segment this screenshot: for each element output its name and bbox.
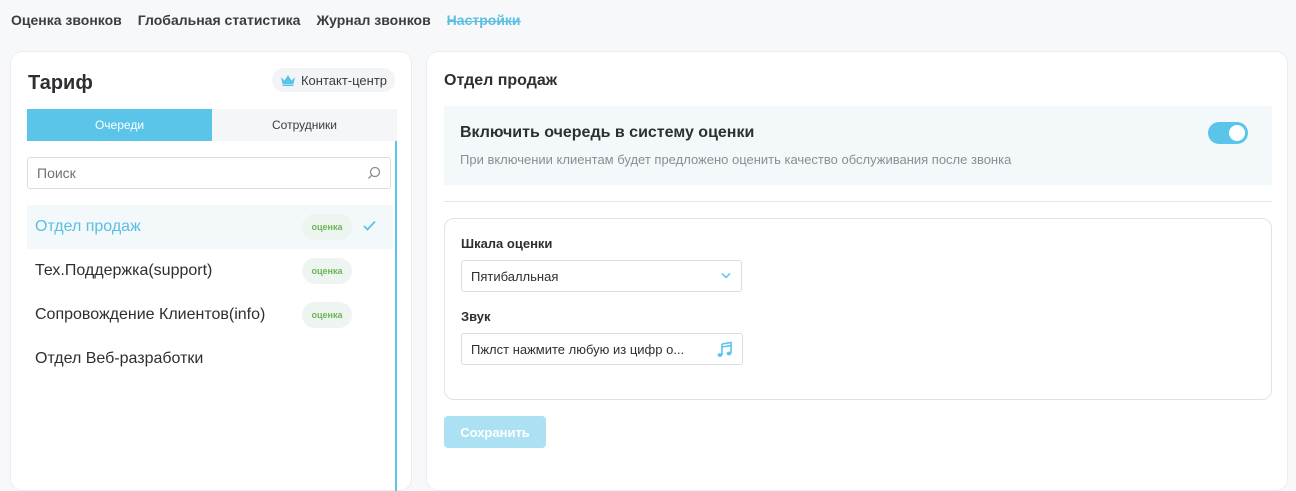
tariff-title: Тариф bbox=[28, 72, 93, 94]
sound-value: Пжлст нажмите любую из цифр о... bbox=[471, 341, 685, 357]
queue-name: Тех.Поддержка(support) bbox=[35, 262, 213, 279]
toggle-knob bbox=[1229, 125, 1245, 141]
tariff-card: Тариф Контакт-центр Очереди Сотрудники О… bbox=[10, 51, 412, 491]
plan-badge-label: Контакт-центр bbox=[300, 72, 387, 88]
scale-select[interactable]: Пятибалльная bbox=[461, 260, 742, 292]
rating-badge: оценка bbox=[302, 258, 352, 284]
rating-badge: оценка bbox=[302, 302, 352, 328]
sound-label: Звук bbox=[461, 309, 491, 324]
department-title: Отдел продаж bbox=[444, 72, 558, 89]
search-icon[interactable] bbox=[367, 166, 381, 180]
nav-settings[interactable]: Настройки bbox=[446, 0, 521, 27]
divider bbox=[444, 201, 1272, 202]
queue-item-sales[interactable]: Отдел продаж оценка bbox=[27, 205, 393, 249]
rating-settings-panel: Шкала оценки Пятибалльная Звук Пжлст наж… bbox=[444, 218, 1272, 400]
queue-name: Отдел Веб-разработки bbox=[35, 350, 204, 367]
nav-call-log[interactable]: Журнал звонков bbox=[316, 0, 430, 27]
queue-tabs: Очереди Сотрудники bbox=[27, 109, 397, 141]
music-icon[interactable] bbox=[716, 341, 734, 359]
check-icon bbox=[363, 220, 376, 231]
search-field bbox=[27, 157, 391, 189]
toggle-title: Включить очередь в систему оценки bbox=[460, 124, 755, 141]
crown-icon bbox=[280, 75, 295, 86]
queue-list-area: Отдел продаж оценка Тех.Поддержка(suppor… bbox=[27, 141, 397, 491]
rating-toggle-panel: Включить очередь в систему оценки При вк… bbox=[444, 106, 1272, 185]
queue-settings-card: Отдел продаж Включить очередь в систему … bbox=[426, 51, 1288, 491]
queue-name: Отдел продаж bbox=[35, 218, 141, 235]
nav-global-statistics[interactable]: Глобальная статистика bbox=[138, 0, 301, 27]
chevron-down-icon bbox=[721, 272, 731, 279]
queue-item-support[interactable]: Тех.Поддержка(support) оценка bbox=[27, 249, 393, 293]
queue-item-client-support[interactable]: Сопровождение Клиентов(info) оценка bbox=[27, 293, 393, 337]
queue-name: Сопровождение Клиентов(info) bbox=[35, 306, 266, 323]
rating-toggle-switch[interactable] bbox=[1208, 122, 1248, 144]
queue-item-web-dev[interactable]: Отдел Веб-разработки bbox=[27, 337, 393, 381]
sound-field[interactable]: Пжлст нажмите любую из цифр о... bbox=[461, 333, 743, 365]
scale-label: Шкала оценки bbox=[461, 236, 553, 251]
tab-queues[interactable]: Очереди bbox=[27, 109, 212, 141]
scale-value: Пятибалльная bbox=[471, 268, 559, 284]
top-navigation: Оценка звонков Глобальная статистика Жур… bbox=[11, 0, 537, 40]
search-input[interactable] bbox=[28, 158, 357, 188]
nav-call-rating[interactable]: Оценка звонков bbox=[11, 0, 122, 27]
save-button[interactable]: Сохранить bbox=[444, 416, 546, 448]
plan-badge: Контакт-центр bbox=[271, 68, 395, 92]
tab-employees[interactable]: Сотрудники bbox=[212, 109, 397, 141]
queue-list: Отдел продаж оценка Тех.Поддержка(suppor… bbox=[27, 205, 393, 381]
toggle-description: При включении клиентам будет предложено … bbox=[460, 152, 1012, 167]
rating-badge: оценка bbox=[302, 214, 352, 240]
